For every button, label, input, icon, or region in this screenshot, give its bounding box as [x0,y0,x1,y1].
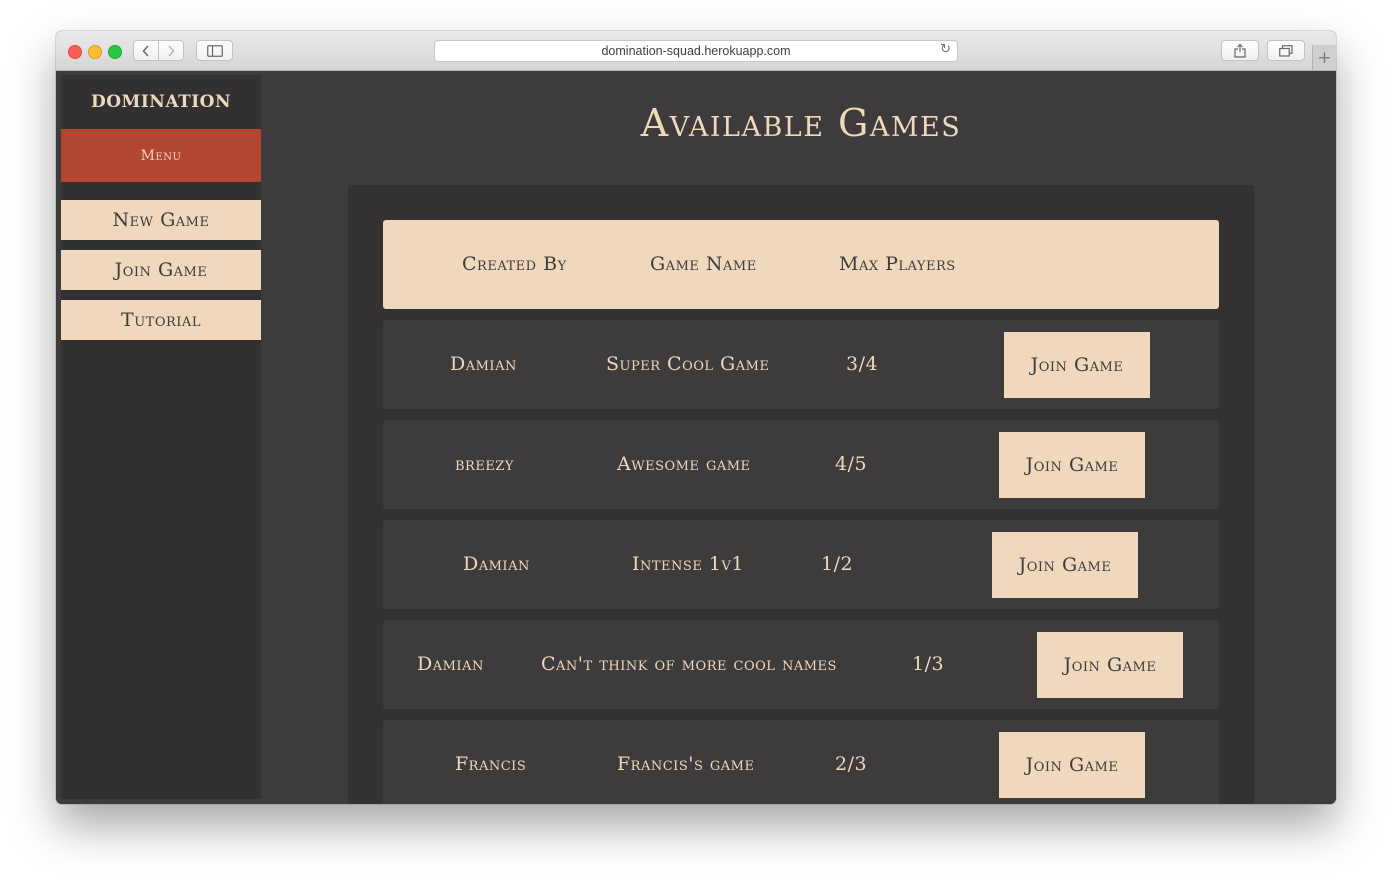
chevron-right-icon [168,44,175,57]
show-tabs-button[interactable] [1267,40,1305,61]
zoom-window-button[interactable] [108,45,122,59]
table-row: Damian Can't think of more cool names 1/… [383,620,1219,709]
game-name-cell: Awesome game [617,453,751,475]
table-header: Created By Game Name Max Players [383,220,1219,309]
close-window-button[interactable] [68,45,82,59]
sidebar-item-new-game[interactable]: New Game [61,200,261,240]
share-button[interactable] [1221,40,1259,61]
chevron-left-icon [142,44,149,57]
created-by-cell: Damian [417,653,484,675]
players-cell: 1/3 [912,653,945,675]
game-name-cell: Intense 1v1 [632,553,744,575]
back-button[interactable] [133,40,159,61]
tabs-icon [1279,44,1293,57]
brand-logo[interactable]: DOMINATION [61,75,261,129]
games-table: Created By Game Name Max Players Damian … [348,185,1254,804]
menu-header: Menu [61,129,261,182]
table-row: breezy Awesome game 4/5 Join Game [383,420,1219,509]
navigation-buttons [133,40,185,61]
forward-button[interactable] [158,40,184,61]
page-content: DOMINATION Menu New Game Join Game Tutor… [56,71,1336,804]
address-bar[interactable]: domination-squad.herokuapp.com ↻ [434,40,958,62]
players-cell: 3/4 [846,353,879,375]
table-row: Damian Super Cool Game 3/4 Join Game [383,320,1219,409]
join-game-button[interactable]: Join Game [1037,632,1183,698]
table-row: Damian Intense 1v1 1/2 Join Game [383,520,1219,609]
column-header-max-players: Max Players [839,253,956,275]
sidebar-item-tutorial[interactable]: Tutorial [61,300,261,340]
game-name-cell: Francis's game [617,753,755,775]
players-cell: 1/2 [821,553,854,575]
minimize-window-button[interactable] [88,45,102,59]
sidebar-icon [206,44,223,57]
players-cell: 4/5 [835,453,868,475]
browser-toolbar: domination-squad.herokuapp.com ↻ + [56,31,1336,71]
join-game-button[interactable]: Join Game [992,532,1138,598]
browser-window: domination-squad.herokuapp.com ↻ + DOMIN… [56,31,1336,804]
plus-icon: + [1317,47,1332,68]
created-by-cell: breezy [455,453,514,475]
join-game-button[interactable]: Join Game [1004,332,1150,398]
sidebar-toggle-button[interactable] [196,40,233,61]
column-header-created-by: Created By [462,253,567,275]
game-name-cell: Can't think of more cool names [541,653,837,675]
join-game-button[interactable]: Join Game [999,732,1145,798]
column-header-game-name: Game Name [650,253,757,275]
table-row: Francis Francis's game 2/3 Join Game [383,720,1219,804]
game-name-cell: Super Cool Game [606,353,770,375]
page-title: Available Games [640,101,962,145]
share-icon [1234,43,1246,58]
created-by-cell: Francis [455,753,527,775]
new-tab-button[interactable]: + [1312,45,1336,70]
players-cell: 2/3 [835,753,868,775]
reload-icon[interactable]: ↻ [940,42,951,57]
sidebar: DOMINATION Menu New Game Join Game Tutor… [61,75,261,799]
join-game-button[interactable]: Join Game [999,432,1145,498]
sidebar-item-join-game[interactable]: Join Game [61,250,261,290]
created-by-cell: Damian [450,353,517,375]
created-by-cell: Damian [463,553,530,575]
url-text: domination-squad.herokuapp.com [601,44,791,58]
